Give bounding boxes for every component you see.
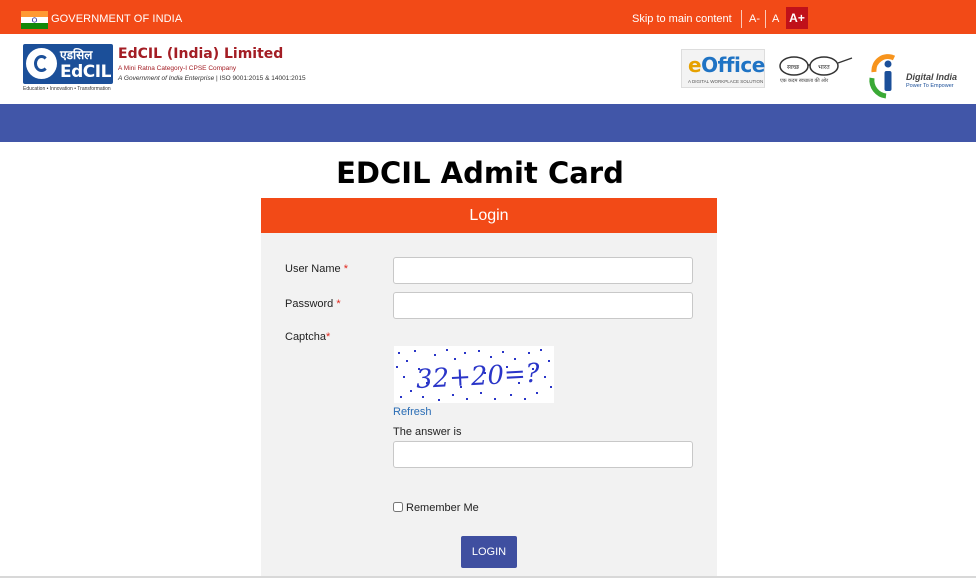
glasses-icon: स्वच्छ भारत (779, 56, 853, 76)
password-input[interactable] (393, 292, 693, 319)
eoffice-logo[interactable]: eOffice A DIGITAL WORKPLACE SOLUTION (681, 49, 765, 88)
navigation-bar (0, 104, 976, 142)
digital-india-subtitle: Power To Empower (906, 83, 954, 89)
username-input[interactable] (393, 257, 693, 284)
remember-me-checkbox[interactable] (393, 502, 403, 512)
font-decrease-button[interactable]: A- (749, 13, 760, 25)
edcil-logo[interactable]: एडसिल EdCIL (23, 44, 113, 84)
government-label: GOVERNMENT OF INDIA (51, 13, 183, 25)
divider (741, 10, 742, 28)
page-title: EDCIL Admit Card (336, 156, 624, 190)
captcha-answer-label: The answer is (393, 426, 462, 438)
password-label: Password * (285, 298, 341, 310)
swachh-caption: एक कदम स्वच्छता की ओर (780, 78, 829, 84)
site-header: एडसिल EdCIL Education • Innovation • Tra… (0, 34, 976, 104)
skip-to-main-link[interactable]: Skip to main content (632, 13, 732, 25)
captcha-answer-input[interactable] (393, 441, 693, 468)
logo-hindi-text: एडसिल (60, 48, 93, 62)
logo-mark-icon (26, 48, 57, 79)
username-label: User Name * (285, 263, 348, 275)
government-bar: GOVERNMENT OF INDIA Skip to main content… (0, 0, 976, 34)
captcha-image: 32+20=? (394, 346, 554, 403)
remember-me[interactable]: Remember Me (393, 502, 479, 514)
login-button[interactable]: LOGIN (461, 536, 517, 568)
font-normal-button[interactable]: A (772, 13, 779, 25)
logo-text: EdCIL (60, 62, 111, 82)
svg-text:भारत: भारत (818, 64, 830, 71)
font-increase-button[interactable]: A+ (786, 7, 808, 29)
svg-text:स्वच्छ: स्वच्छ (787, 64, 800, 71)
login-card: Login User Name * Password * Captcha* 32… (261, 198, 717, 578)
digital-india-logo[interactable]: Digital India Power To Empower (866, 52, 958, 100)
digital-india-mark-icon (869, 54, 896, 99)
organization-subtitle: A Mini Ratna Category-I CPSE Company (118, 65, 237, 72)
swachh-bharat-logo[interactable]: स्वच्छ भारत एक कदम स्वच्छता की ओर (776, 54, 854, 90)
divider (765, 10, 766, 28)
captcha-refresh-link[interactable]: Refresh (393, 406, 432, 418)
logo-tagline: Education • Innovation • Transformation (23, 86, 111, 92)
remember-me-label: Remember Me (406, 502, 479, 514)
eoffice-tagline: A DIGITAL WORKPLACE SOLUTION (688, 79, 764, 84)
organization-certification: A Government of India Enterprise | ISO 9… (118, 75, 306, 82)
organization-name: EdCIL (India) Limited (118, 46, 284, 62)
captcha-label: Captcha* (285, 331, 331, 343)
digital-india-title: Digital India (906, 72, 958, 82)
login-card-header: Login (261, 198, 717, 233)
india-flag-icon (21, 11, 48, 29)
